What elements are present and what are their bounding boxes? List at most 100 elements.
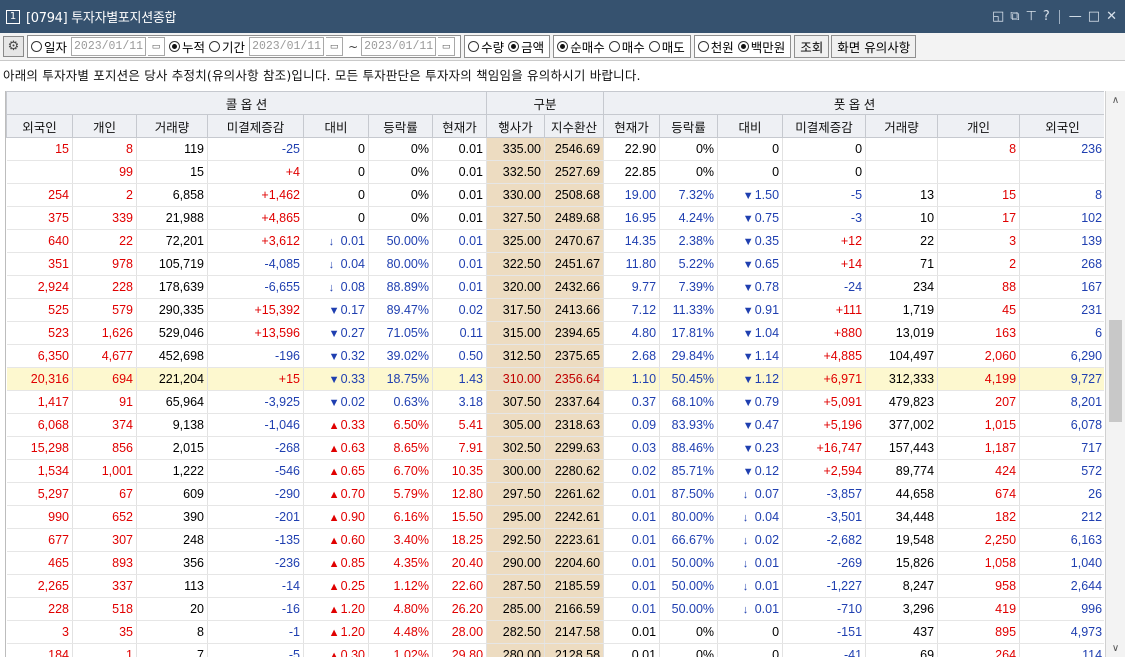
change-value: 0.01 [754, 556, 780, 570]
table-row[interactable]: 1,417 91 65,964 -3,925 ▼0.02 0.63% 3.18 307.50 2… [6, 390, 1104, 414]
table-row[interactable]: 254 2 6,858 +1,462 0 0% 0.01 330.00 2508.68 19.00… [6, 183, 1104, 207]
table-row[interactable]: 3 35 8 -1 ▲1.20 4.48% 28.00 282.50 2147.58 0.01 0%… [6, 620, 1104, 644]
call-oi-change: +1,462 [207, 183, 304, 207]
table-row[interactable]: 228 518 20 -16 ▲1.20 4.80% 26.20 285.00 2166.59 0… [6, 597, 1104, 621]
column-header[interactable]: 미결제증감 [207, 114, 304, 138]
column-header[interactable]: 등락률 [659, 114, 719, 138]
column-header[interactable]: 개인 [72, 114, 137, 138]
table-row[interactable]: 375 339 21,988 +4,865 0 0% 0.01 327.50 2489.68 16… [6, 206, 1104, 230]
gear-icon[interactable]: ⚙ [3, 36, 24, 57]
column-header[interactable]: 현재가 [431, 114, 488, 138]
radio-million-dot[interactable] [737, 41, 749, 52]
call-foreign: 15,298 [6, 436, 73, 460]
screen-notice-button[interactable]: 화면 유의사항 [831, 35, 917, 58]
table-row[interactable]: 525 579 290,335 +15,392 ▼0.17 89.47% 0.02 317.5… [6, 298, 1104, 322]
call-price: 0.01 [432, 137, 488, 161]
radio-quantity[interactable]: 수량 [468, 37, 504, 56]
call-oi-change: -290 [207, 482, 304, 506]
radio-period-dot[interactable] [209, 41, 221, 52]
radio-daily[interactable]: 일자 [31, 37, 67, 56]
put-rate: 0% [659, 137, 719, 161]
column-header[interactable]: 현재가 [603, 114, 661, 138]
radio-million-won[interactable]: 백만원 [737, 37, 785, 56]
table-row[interactable]: 2,924 228 178,639 -6,655 ↓ 0.08 88.89% 0.01 320.… [6, 275, 1104, 299]
call-change: ↓ 0.01 [303, 229, 369, 253]
put-rate: 7.39% [659, 275, 719, 299]
column-header[interactable]: 거래량 [136, 114, 208, 138]
table-row[interactable]: 184 1 7 -5 ▲0.30 1.02% 29.80 280.00 2128.58 0.01 0… [6, 643, 1104, 657]
radio-buy-label: 매수 [621, 40, 645, 55]
table-row[interactable]: 2,265 337 113 -14 ▲0.25 1.12% 22.60 287.50 2185.… [6, 574, 1104, 598]
calendar-icon[interactable]: ▭ [326, 37, 344, 56]
radio-buy[interactable]: 매수 [608, 37, 645, 56]
radio-amount[interactable]: 금액 [508, 37, 544, 56]
column-header[interactable]: 대비 [717, 114, 784, 138]
radio-net-buy[interactable]: 순매수 [557, 37, 605, 56]
scroll-down-icon[interactable]: ∨ [1106, 639, 1125, 657]
table-row[interactable]: 640 22 72,201 +3,612 ↓ 0.01 50.00% 0.01 325.00 24… [6, 229, 1104, 253]
table-row[interactable]: 677 307 248 -135 ▲0.60 3.40% 18.25 292.50 2223.6… [6, 528, 1104, 552]
put-volume: 377,002 [865, 413, 939, 437]
scroll-up-icon[interactable]: ∧ [1106, 91, 1125, 109]
investor-position-grid[interactable]: 콜 옵 션 구분 풋 옵 션 외국인 개인 거래량 미결제증감 대비 등락률 현재가 행사가 지… [5, 91, 1104, 657]
radio-cumulative-dot[interactable] [169, 41, 181, 52]
column-header[interactable]: 지수환산 [544, 114, 605, 138]
put-change: ↓ 0.01 [717, 597, 784, 621]
table-row[interactable]: 6,350 4,677 452,698 -196 ▼0.32 39.02% 0.50 312.… [6, 344, 1104, 368]
column-header[interactable]: 외국인 [6, 114, 73, 138]
table-row[interactable]: 6,068 374 9,138 -1,046 ▲0.33 6.50% 5.41 305.00 2… [6, 413, 1104, 437]
change-value: 1.20 [340, 602, 365, 616]
table-row[interactable]: 351 978 105,719 -4,085 ↓ 0.04 80.00% 0.01 322.50… [6, 252, 1104, 276]
put-volume: 479,823 [865, 390, 939, 414]
column-header[interactable]: 외국인 [1019, 114, 1104, 138]
column-header[interactable]: 대비 [303, 114, 369, 138]
table-row[interactable]: 1,534 1,001 1,222 -546 ▲0.65 6.70% 10.35 300.00… [6, 459, 1104, 483]
scroll-thumb[interactable] [1109, 320, 1122, 422]
vertical-scrollbar[interactable]: ∧ ∨ [1105, 91, 1125, 657]
radio-cumulative[interactable]: 누적 [169, 37, 205, 56]
column-header[interactable]: 개인 [937, 114, 1021, 138]
column-header[interactable]: 등락률 [368, 114, 433, 138]
period-from-input[interactable]: 2023/01/11 [249, 37, 325, 56]
table-row[interactable]: 465 893 356 -236 ▲0.85 4.35% 20.40 290.00 2204.6… [6, 551, 1104, 575]
maximize-icon[interactable]: □ [1088, 9, 1100, 24]
radio-daily-dot[interactable] [31, 41, 42, 52]
calendar-icon[interactable]: ▭ [438, 37, 456, 56]
radio-sell[interactable]: 매도 [648, 37, 685, 56]
radio-buy-dot[interactable] [608, 41, 620, 52]
table-row[interactable]: 990 652 390 -201 ▲0.90 6.16% 15.50 295.00 2242.6… [6, 505, 1104, 529]
help-icon[interactable]: ? [1043, 9, 1050, 24]
table-row[interactable]: 15 8 119 -25 0 0% 0.01 335.00 2546.69 22.90 0% 0 0 8 2… [6, 137, 1104, 161]
table-row[interactable]: 523 1,626 529,046 +13,596 ▼0.27 71.05% 0.11 315… [6, 321, 1104, 345]
call-price: 0.01 [432, 252, 488, 276]
change-arrow-icon: ↓ [328, 282, 335, 294]
new-window-icon[interactable]: ⧉ [1010, 9, 1019, 24]
pin-icon[interactable]: ⊤ [1026, 9, 1037, 24]
column-header[interactable]: 행사가 [486, 114, 546, 138]
call-volume: 21,988 [136, 206, 208, 230]
radio-thousand-won[interactable]: 천원 [697, 37, 734, 56]
query-button[interactable]: 조회 [794, 35, 830, 58]
radio-period[interactable]: 기간 [209, 37, 245, 56]
column-header[interactable]: 미결제증감 [782, 114, 867, 138]
call-price: 18.25 [432, 528, 488, 552]
table-row[interactable]: 5,297 67 609 -290 ▲0.70 5.79% 12.80 297.50 2261.… [6, 482, 1104, 506]
table-row[interactable]: 99 15 +4 0 0% 0.01 332.50 2527.69 22.85 0% 0 0 [6, 160, 1104, 184]
radio-sell-dot[interactable] [648, 41, 660, 52]
table-row[interactable]: 15,298 856 2,015 -268 ▲0.63 8.65% 7.91 302.50 22… [6, 436, 1104, 460]
column-header[interactable]: 거래량 [865, 114, 939, 138]
radio-thousand-dot[interactable] [697, 41, 709, 52]
put-change: ▼1.50 [717, 183, 784, 207]
period-to-input[interactable]: 2023/01/11 [361, 37, 437, 56]
call-volume: 65,964 [136, 390, 208, 414]
table-row[interactable]: 20,316 694 221,204 +15 ▼0.33 18.75% 1.43 310.00… [6, 367, 1104, 391]
radio-net-buy-dot[interactable] [557, 41, 569, 52]
link-window-icon[interactable]: ◱ [992, 9, 1004, 24]
radio-quantity-dot[interactable] [468, 41, 480, 52]
close-icon[interactable]: ✕ [1106, 9, 1117, 24]
strike-price: 310.00 [486, 367, 546, 391]
radio-amount-dot[interactable] [508, 41, 520, 52]
single-date-input[interactable]: 2023/01/11 [71, 37, 147, 56]
calendar-icon[interactable]: ▭ [148, 37, 166, 56]
minimize-icon[interactable]: — [1069, 9, 1082, 24]
